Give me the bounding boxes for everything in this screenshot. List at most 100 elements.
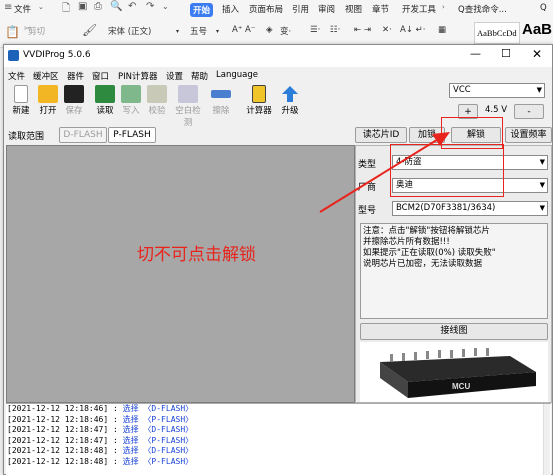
log-panel[interactable]: [2021-12-12 12:18:46] : 选择 〈D-FLASH〉 [20… [6,403,551,475]
menu-pin-calculator[interactable]: PIN计算器 [118,70,158,82]
erase-icon [211,90,231,98]
numbering-icon[interactable]: ☷· [330,25,340,35]
toolbar-read-label: 读取 [96,106,114,116]
log-time: [2021-12-12 12:18:47] [7,435,109,445]
undo-icon[interactable]: ↶ [128,1,136,12]
window-title: VVDIProg 5.0.6 [23,50,91,60]
note-box: 注意：点击"解锁"按钮将解锁芯片 并擦除芯片所有数据!!! 如果提示"正在读取(… [360,223,548,319]
log-text: 选择 〈D-FLASH〉 [122,446,194,455]
toolbar-open-label: 打开 [39,106,57,116]
tab-d-flash[interactable]: D-FLASH [59,127,107,143]
close-icon[interactable]: ✕ [532,47,542,61]
log-line: [2021-12-12 12:18:48] : 选择 〈D-FLASH〉 [7,446,194,455]
vvdiprog-window: VVDIProg 5.0.6 — ☐ ✕ 文件 缓冲区 器件 窗口 PIN计算器… [3,44,553,475]
paste-icon[interactable]: 📋 [5,25,20,39]
toolbar-save-button[interactable]: 保存 [61,85,87,116]
toolbar-verify-label: 校验 [148,106,166,116]
tab-section[interactable]: 章节 [372,3,389,15]
style-heading1[interactable]: AaB [522,21,552,38]
note-line: 如果提示"正在读取(0%) 读取失败" [363,248,496,258]
write-chip-icon [121,85,141,103]
log-line: [2021-12-12 12:18:47] : 选择 〈D-FLASH〉 [7,425,194,434]
tab-view[interactable]: 视图 [345,3,362,15]
menu-device[interactable]: 器件 [67,70,84,82]
log-line: [2021-12-12 12:18:46] : 选择 〈P-FLASH〉 [7,414,194,424]
grow-font-icon[interactable]: A⁺ A⁻ [232,25,255,35]
tab-reference[interactable]: 引用 [292,3,309,15]
chevron-down-icon[interactable]: ▾ [216,28,219,35]
toolbar-upgrade-button[interactable]: 升级 [277,85,303,116]
sort-icon[interactable]: ✕· [382,25,392,35]
new-doc-icon[interactable]: 🗋 [62,1,70,18]
menu-icon[interactable]: ≡ [4,2,12,13]
scissors-icon: ✂ [24,24,31,33]
menu-buffer[interactable]: 缓冲区 [33,70,59,82]
font-name-select[interactable]: 宋体 (正文) [108,25,151,37]
tab-insert[interactable]: 插入 [222,3,239,15]
minimize-icon[interactable]: — [470,47,481,60]
toolbar-verify-button[interactable]: 校验 [144,85,170,116]
bullets-icon[interactable]: ☰· [310,25,320,35]
toolbar-write-button[interactable]: 写入 [118,85,144,116]
preview-icon[interactable]: 🔍 [110,1,122,12]
wps-search[interactable]: Q查找命令... [458,3,507,15]
tab-page-layout[interactable]: 页面布局 [249,3,283,15]
print-icon[interactable]: ⎙ [94,1,102,12]
cloud-icon[interactable]: Q [540,3,547,13]
show-marks-icon[interactable]: A↓ ↵· [400,25,425,35]
save-icon[interactable]: ▣ [78,1,87,12]
menu-window[interactable]: 窗口 [92,70,109,82]
read-range-label: 读取范围 [8,132,45,142]
toolbar-erase-button[interactable]: 擦除 [208,85,234,116]
indent-icon[interactable]: ⇤ ⇥ [354,25,371,35]
title-bar[interactable]: VVDIProg 5.0.6 — ☐ ✕ [4,45,552,67]
maximize-icon[interactable]: ☐ [501,47,511,60]
chevron-down-icon: ▼ [539,204,545,212]
folder-icon [38,85,58,103]
more-icon[interactable]: ⌄ [162,2,169,11]
chevron-down-icon: ▼ [536,86,542,94]
toolbar-new-button[interactable]: 新建 [8,85,34,116]
wps-file-menu[interactable]: 文件 [14,3,31,15]
tab-p-flash[interactable]: P-FLASH [108,127,156,143]
menu-settings[interactable]: 设置 [166,70,183,82]
toolbar-blank-check-label: 空白检测 [175,106,201,128]
log-time: [2021-12-12 12:18:46] [7,404,109,413]
style-normal[interactable]: AaBbCcDd [474,22,520,44]
vcc-select[interactable]: VCC ▼ [449,83,545,98]
tab-start[interactable]: 开始 [190,3,214,17]
toolbar-upgrade-label: 升级 [281,106,299,116]
wps-ribbon: ≡ 文件 ⌄ 🗋 ▣ ⎙ 🔍 ↶ ↷ ⌄ 开始 插入 页面布局 引用 审阅 视图… [0,0,553,48]
wiring-diagram-button[interactable]: 接线图 [360,323,548,340]
redo-icon[interactable]: ↷ [146,1,154,12]
log-scrollbar[interactable] [543,404,550,475]
phonetic-icon[interactable]: 变· [280,25,291,37]
tab-developer[interactable]: 开发工具 [402,3,436,15]
chevron-right-icon[interactable]: › [442,3,445,11]
toolbar-calculator-label: 计算器 [246,106,272,116]
toolbar-write-label: 写入 [122,106,140,116]
menu-language[interactable]: Language [216,70,258,80]
tab-review[interactable]: 审阅 [318,3,335,15]
toolbar-read-button[interactable]: 读取 [92,85,118,116]
clear-format-icon[interactable]: ◈ [266,25,273,35]
log-line: [2021-12-12 12:18:46] : 选择 〈D-FLASH〉 [7,404,194,413]
voltage-minus-button[interactable]: - [514,104,544,119]
toolbar-calculator-button[interactable]: 计算器 [243,85,275,116]
menu-help[interactable]: 帮助 [191,70,208,82]
chevron-down-icon: ▼ [539,158,545,166]
table-icon[interactable]: ▦ [438,25,446,35]
vcc-value: VCC [453,85,471,95]
log-text: 选择 〈D-FLASH〉 [122,425,194,434]
menu-file[interactable]: 文件 [8,70,25,82]
chevron-down-icon[interactable]: ▾ [176,28,179,35]
save-icon [64,85,84,103]
log-text: 选择 〈D-FLASH〉 [122,404,194,413]
toolbar-open-button[interactable]: 打开 [35,85,61,116]
format-painter-icon[interactable]: 🖌 [82,23,97,37]
chevron-down-icon[interactable]: ⌄ [38,3,44,11]
set-frequency-button[interactable]: 设置频率 [505,127,552,143]
mcu-label: MCU [452,382,470,391]
font-size-select[interactable]: 五号 [190,25,207,37]
toolbar-blank-check-button[interactable]: 空白检测 [172,85,204,128]
